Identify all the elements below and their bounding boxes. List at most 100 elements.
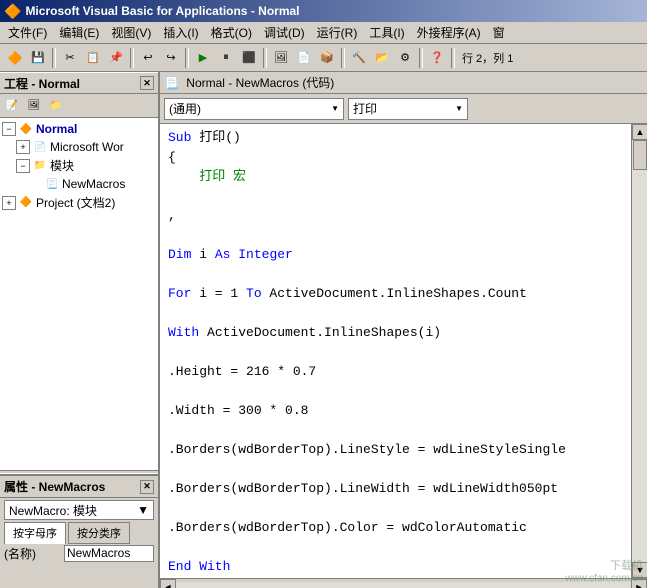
tb-paste-btn[interactable]: 📌 [105,47,127,69]
properties-dropdown[interactable]: NewMacro: 模块 ▼ [4,500,154,520]
tb-userform-btn[interactable]: 🖼 [270,47,292,69]
tree-label-project2: Project (文档2) [36,194,115,211]
code-line-17 [168,460,623,480]
scroll-thumb[interactable] [633,140,647,170]
row-col-label: 行 2，列 1 [458,50,517,66]
tb-sep3 [185,48,189,68]
code-line-18: .Borders(wdBorderTop).LineWidth = wdLine… [168,479,623,499]
project-panel-title: 工程 - Normal [4,75,80,92]
h-scroll-track[interactable] [176,582,631,588]
proc-dropdown[interactable]: 打印 ▼ [348,98,468,120]
code-editor[interactable]: Sub 打印() { 打印 宏 , Dim i As Integer For i… [160,124,631,578]
tb-sep2 [130,48,134,68]
tb-class-btn[interactable]: 📦 [316,47,338,69]
scroll-track[interactable] [632,140,647,562]
tree-item-msword[interactable]: + 📄 Microsoft Wor [2,138,156,156]
proj-view-code[interactable]: 📝 [2,97,22,115]
app-icon: 🔶 [4,3,21,20]
menu-insert[interactable]: 插入(I) [157,22,204,43]
object-dropdown-arrow: ▼ [331,104,339,113]
tree-label-newmacros: NewMacros [62,177,125,191]
tree-label-normal: Normal [36,122,77,136]
project-tree: − 🔶 Normal + 📄 Microsoft Wor − 📁 模块 [0,118,158,470]
code-line-4: , [168,206,623,226]
code-line-1: { [168,148,623,168]
project-icon: 🔶 [18,195,34,211]
tb-stop-btn[interactable]: ⬛ [238,47,260,69]
code-line-15 [168,421,623,441]
code-line-2: 打印 宏 [168,167,623,187]
scroll-up-btn[interactable]: ▲ [632,124,647,140]
menu-format[interactable]: 格式(O) [205,22,258,43]
code-line-22: End With [168,557,623,577]
properties-title: 属性 - NewMacros [4,478,105,495]
tb-save-btn[interactable]: 💾 [27,47,49,69]
watermark: 下载机 www.cfan.com.cn [565,557,643,584]
menu-tools[interactable]: 工具(I) [363,22,410,43]
tree-expander-msword[interactable]: + [16,140,30,154]
code-line-3 [168,187,623,207]
proc-dropdown-arrow: ▼ [455,104,463,113]
code-line-0: Sub 打印() [168,128,623,148]
menu-window[interactable]: 窗 [487,22,511,43]
scroll-left-btn[interactable]: ◄ [160,579,176,588]
project-panel-header: 工程 - Normal ✕ [0,72,158,94]
menu-bar: 文件(F) 编辑(E) 视图(V) 插入(I) 格式(O) 调试(D) 运行(R… [0,22,647,44]
proj-view-obj[interactable]: 🖼 [24,97,44,115]
tree-item-newmacros[interactable]: 📃 NewMacros [2,175,156,193]
tab-alpha[interactable]: 按字母序 [4,522,66,544]
properties-tabs: 按字母序 按分类序 [0,522,158,544]
menu-addins[interactable]: 外接程序(A) [411,22,487,43]
code-line-16: .Borders(wdBorderTop).LineStyle = wdLine… [168,440,623,460]
code-line-5 [168,226,623,246]
tb-pause-btn[interactable]: ⏸ [215,47,237,69]
tb-vba-icon[interactable]: 🔶 [4,47,26,69]
tree-item-project2[interactable]: + 🔶 Project (文档2) [2,193,156,212]
tree-item-normal[interactable]: − 🔶 Normal [2,120,156,138]
properties-close[interactable]: ✕ [140,480,154,494]
code-toolbar: (通用) ▼ 打印 ▼ [160,94,647,124]
tb-proj-explorer-btn[interactable]: 📂 [371,47,393,69]
tb-props-btn[interactable]: ⚙ [394,47,416,69]
tb-run-btn[interactable]: ▶ [192,47,214,69]
tb-cut-btn[interactable]: ✂ [59,47,81,69]
code-line-10: With ActiveDocument.InlineShapes(i) [168,323,623,343]
tab-category[interactable]: 按分类序 [68,522,130,544]
code-title: Normal - NewMacros (代码) [186,76,334,90]
code-header: 📃 Normal - NewMacros (代码) [160,72,647,94]
properties-dropdown-arrow: ▼ [137,503,149,517]
tb-undo-btn[interactable]: ↩ [137,47,159,69]
menu-view[interactable]: 视图(V) [105,22,157,43]
menu-run[interactable]: 运行(R) [311,22,364,43]
tree-item-modules[interactable]: − 📁 模块 [2,156,156,175]
tree-expander-project2[interactable]: + [2,196,16,210]
tb-sep1 [52,48,56,68]
project-panel-close[interactable]: ✕ [140,76,154,90]
tree-expander-modules[interactable]: − [16,159,30,173]
project-toolbar: 📝 🖼 📁 [0,94,158,118]
tb-redo-btn[interactable]: ↪ [160,47,182,69]
tree-expander-normal[interactable]: − [2,122,16,136]
normal-icon: 🔶 [18,121,34,137]
object-dropdown[interactable]: (通用) ▼ [164,98,344,120]
folder-icon: 📁 [32,158,48,174]
code-line-8: For i = 1 To ActiveDocument.InlineShapes… [168,284,623,304]
menu-debug[interactable]: 调试(D) [258,22,311,43]
prop-name-value[interactable]: NewMacros [64,545,154,562]
code-line-9 [168,304,623,324]
code-panel: 📃 Normal - NewMacros (代码) (通用) ▼ 打印 ▼ Su… [160,72,647,588]
code-line-19 [168,499,623,519]
vertical-scrollbar[interactable]: ▲ ▼ [631,124,647,578]
menu-file[interactable]: 文件(F) [2,22,53,43]
tb-design-btn[interactable]: 🔨 [348,47,370,69]
tb-module-btn[interactable]: 📄 [293,47,315,69]
code-line-14: .Width = 300 * 0.8 [168,401,623,421]
tb-help-btn[interactable]: ❓ [426,47,448,69]
code-line-20: .Borders(wdBorderTop).Color = wdColorAut… [168,518,623,538]
properties-dropdown-label: NewMacro: 模块 [9,502,97,519]
code-line-13 [168,382,623,402]
code-line-7 [168,265,623,285]
menu-edit[interactable]: 编辑(E) [53,22,105,43]
proj-toggle-folder[interactable]: 📁 [46,97,66,115]
tb-copy-btn[interactable]: 📋 [82,47,104,69]
